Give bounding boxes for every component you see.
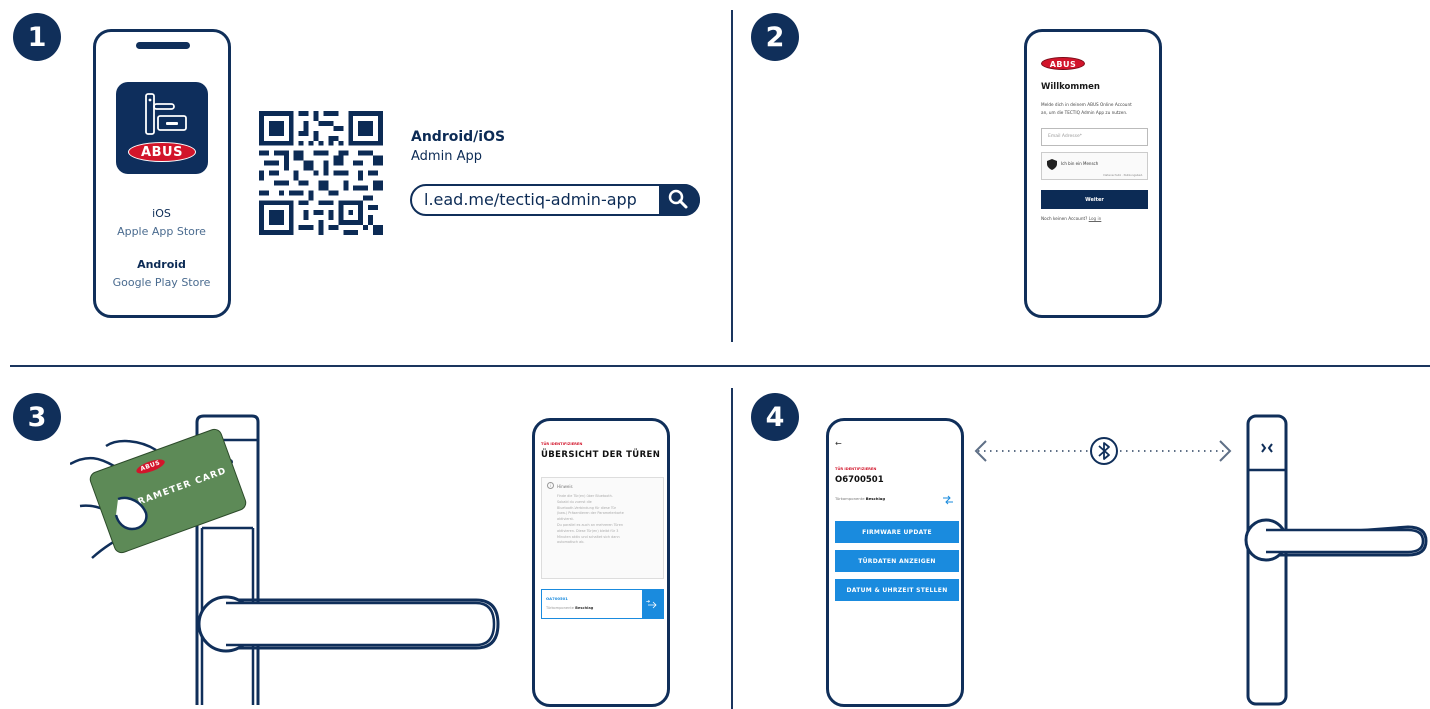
step-badge-2: 2: [751, 13, 799, 61]
notice-box: i Hinweis Finde die Tür(en) über Bluetoo…: [541, 477, 664, 579]
ios-store: Apple App Store: [117, 225, 206, 238]
qr-code[interactable]: [259, 111, 383, 235]
notice-line: Du parallel es auch an mehreren Türen: [557, 522, 623, 527]
welcome-heading: Willkommen: [1041, 82, 1100, 92]
door-id: OA700501: [546, 596, 568, 601]
thumb-outline: [114, 496, 148, 531]
door-component: Türkomponente Beschlag: [546, 606, 594, 610]
continue-button[interactable]: Weiter: [1041, 190, 1148, 209]
intro-line-1: Melde dich in deinem ABUS Online Account: [1041, 102, 1132, 107]
android-label: Android: [137, 258, 186, 271]
notice-lines: Finde die Tür(en) über Bluetooth. Sobald…: [557, 494, 624, 546]
step-badge-1: 1: [13, 13, 61, 61]
phone-step2: ABUS Willkommen Melde dich in deinem ABU…: [1024, 29, 1162, 318]
info-icon: i: [547, 482, 554, 489]
email-placeholder: Email Adresse*: [1048, 134, 1082, 139]
captcha-label: Ich bin ein Mensch: [1061, 161, 1099, 166]
card-abus-logo: ABUS: [134, 456, 167, 477]
kicker: TÜR IDENTIFIZIEREN: [835, 467, 877, 471]
door-id: O6700501: [835, 475, 884, 485]
bluetooth-connect-icon: ➔: [646, 599, 657, 609]
notice-title: Hinweis: [557, 484, 573, 489]
phone-title: ÜBERSICHT DER TÜREN: [541, 450, 661, 460]
phone-step3: TÜR IDENTIFIZIEREN ÜBERSICHT DER TÜREN i…: [532, 418, 670, 707]
ios-label: iOS: [152, 207, 171, 220]
platform-title: Android/iOS: [411, 129, 506, 145]
door-handle-illustration-4: [1244, 414, 1428, 706]
link-search-bar[interactable]: l.ead.me/tectiq-admin-app: [410, 183, 700, 216]
captcha-footer: Datenschutz · Nutzungsbed.: [1103, 173, 1143, 177]
no-account-label: Noch keinen Account?: [1041, 216, 1088, 221]
phone-speaker: [136, 42, 190, 49]
divider-bottom: [731, 388, 733, 709]
bluetooth-link: [974, 437, 1232, 465]
phone-kicker: TÜR IDENTIFIZIEREN: [541, 442, 583, 446]
divider-middle: [10, 365, 1430, 367]
search-icon: [668, 189, 688, 208]
door-list-item[interactable]: OA700501 Türkomponente Beschlag ➔: [541, 589, 664, 619]
search-button[interactable]: [659, 183, 700, 216]
notice-line: automatisch ab.: [557, 540, 585, 545]
abus-logo: ABUS: [1041, 57, 1085, 70]
app-icon: ABUS: [116, 82, 208, 174]
notice-line: aktivieren. Diese Tür(en) bleibt für 3: [557, 528, 619, 533]
abus-logo: ABUS: [128, 142, 196, 162]
android-store: Google Play Store: [112, 276, 211, 289]
intro-line-2: an, um die TECTIQ Admin App zu nutzen.: [1041, 110, 1128, 115]
phone-step1: ABUS iOS Apple App Store Android Google …: [93, 29, 231, 318]
divider-top: [731, 10, 733, 342]
platform-subtitle: Admin App: [411, 149, 482, 164]
captcha-box[interactable]: Ich bin ein Mensch Datenschutz · Nutzung…: [1041, 152, 1148, 180]
door-connect-button[interactable]: ➔: [642, 590, 663, 618]
no-account-text: Noch keinen Account? Log in: [1041, 216, 1101, 221]
link-url[interactable]: l.ead.me/tectiq-admin-app: [424, 190, 637, 209]
email-input[interactable]: Email Adresse*: [1041, 128, 1148, 146]
back-arrow-icon[interactable]: ←: [835, 439, 842, 448]
show-door-data-button[interactable]: TÜRDATEN ANZEIGEN: [835, 550, 959, 572]
firmware-update-button[interactable]: FIRMWARE UPDATE: [835, 521, 959, 543]
continue-button-label: Weiter: [1085, 196, 1104, 203]
set-date-time-button[interactable]: DATUM & UHRZEIT STELLEN: [835, 579, 959, 601]
step-badge-4: 4: [751, 393, 799, 441]
signup-link[interactable]: Log in: [1089, 216, 1102, 221]
phone-step4: ← TÜR IDENTIFIZIEREN O6700501 Türkompone…: [826, 418, 964, 707]
svg-text:➔: ➔: [646, 599, 650, 605]
bluetooth-connect-icon[interactable]: [941, 494, 955, 506]
shield-icon: [1047, 159, 1057, 170]
step-badge-3: 3: [13, 393, 61, 441]
door-component: Türkomponente Beschlag: [835, 496, 886, 501]
